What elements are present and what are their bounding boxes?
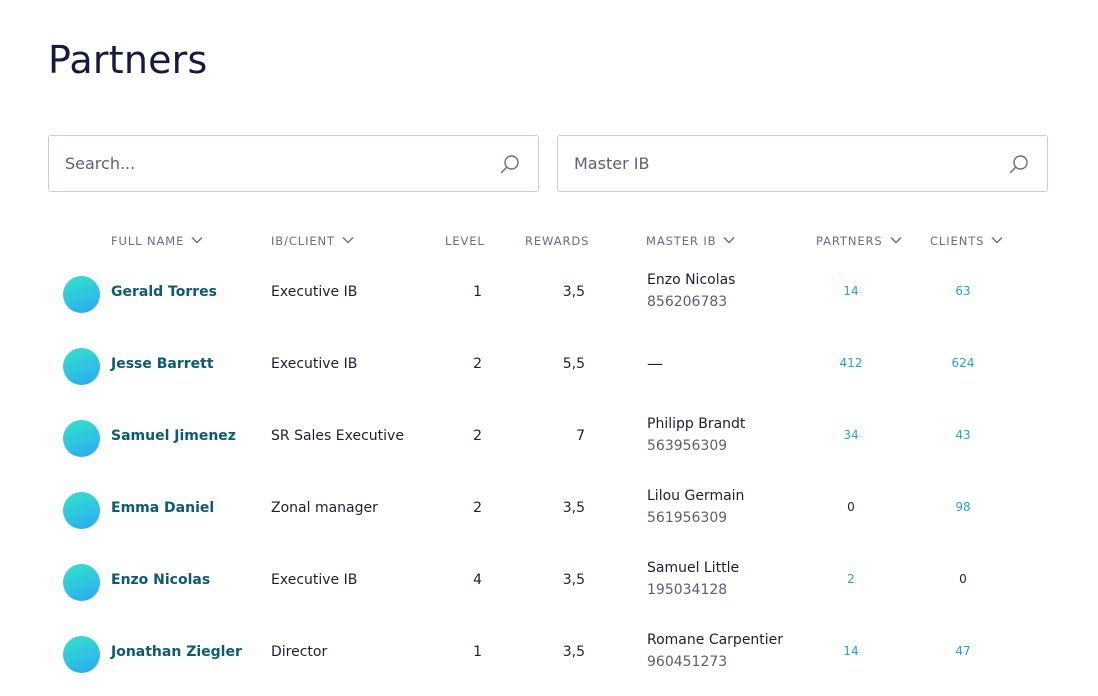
rewards-value: 7 xyxy=(576,428,585,444)
level-value: 2 xyxy=(473,428,482,444)
level-value: 2 xyxy=(473,356,482,372)
column-header-label: LEVEL xyxy=(445,234,485,248)
avatar xyxy=(63,492,100,529)
partners-count-link[interactable]: 14 xyxy=(816,644,886,658)
master-ib-name: Enzo Nicolas xyxy=(647,272,736,288)
ib-client-type: Executive IB xyxy=(271,356,358,372)
partner-name-link[interactable]: Enzo Nicolas xyxy=(111,572,210,588)
column-header-full-name[interactable]: FULL NAME xyxy=(111,234,203,248)
table-row[interactable]: Jesse Barrett Executive IB 2 5,5 — 412 6… xyxy=(48,330,1048,402)
partner-name-link[interactable]: Jesse Barrett xyxy=(111,356,214,372)
column-header-partners[interactable]: PARTNERS xyxy=(816,234,902,248)
chevron-down-icon xyxy=(890,237,902,244)
table-row[interactable]: Samuel Jimenez SR Sales Executive 2 7 Ph… xyxy=(48,402,1048,474)
clients-count-link[interactable]: 624 xyxy=(928,356,998,370)
level-value: 2 xyxy=(473,500,482,516)
partners-count-link[interactable]: 34 xyxy=(816,428,886,442)
rewards-value: 3,5 xyxy=(562,284,585,300)
column-header-level: LEVEL xyxy=(445,234,485,248)
avatar xyxy=(63,636,100,673)
partner-name-link[interactable]: Jonathan Ziegler xyxy=(111,644,242,660)
page-title: Partners xyxy=(48,38,208,82)
rewards-value: 3,5 xyxy=(562,500,585,516)
clients-count: 0 xyxy=(959,572,967,586)
search-input[interactable] xyxy=(65,136,465,191)
master-ib-name: Romane Carpentier xyxy=(647,632,784,648)
level-value: 1 xyxy=(473,644,482,660)
chevron-down-icon xyxy=(342,237,354,244)
partner-name-link[interactable]: Samuel Jimenez xyxy=(111,428,236,444)
ib-client-type: Zonal manager xyxy=(271,500,378,516)
partners-count-link[interactable]: 2 xyxy=(816,572,886,586)
ib-client-type: Director xyxy=(271,644,328,660)
avatar xyxy=(63,348,100,385)
search-icon[interactable] xyxy=(500,154,520,174)
clients-count-link[interactable]: 43 xyxy=(928,428,998,442)
master-ib-id: 561956309 xyxy=(647,510,728,526)
master-ib-name: Samuel Little xyxy=(647,560,740,576)
partner-name-link[interactable]: Gerald Torres xyxy=(111,284,217,300)
table-row[interactable]: Enzo Nicolas Executive IB 4 3,5 Samuel L… xyxy=(48,546,1048,618)
column-header-label: PARTNERS xyxy=(816,234,883,248)
column-header-label: IB/CLIENT xyxy=(271,234,335,248)
partners-count-link[interactable]: 412 xyxy=(816,356,886,370)
ib-client-type: Executive IB xyxy=(271,572,358,588)
partner-name-link[interactable]: Emma Daniel xyxy=(111,500,214,516)
chevron-down-icon xyxy=(991,237,1003,244)
ib-client-type: Executive IB xyxy=(271,284,358,300)
avatar xyxy=(63,420,100,457)
ib-client-type: SR Sales Executive xyxy=(271,428,404,444)
column-header-label: REWARDS xyxy=(525,234,590,248)
master-ib-name: Lilou Germain xyxy=(647,488,745,504)
clients-count-link[interactable]: 98 xyxy=(928,500,998,514)
column-header-label: CLIENTS xyxy=(930,234,985,248)
search-icon[interactable] xyxy=(1009,154,1029,174)
column-header-rewards: REWARDS xyxy=(525,234,589,248)
chevron-down-icon xyxy=(723,237,735,244)
search-field[interactable] xyxy=(48,135,539,192)
partners-count: 0 xyxy=(847,500,855,514)
master-ib-filter[interactable]: Master IB xyxy=(557,135,1048,192)
column-header-ib-client[interactable]: IB/CLIENT xyxy=(271,234,354,248)
column-header-label: FULL NAME xyxy=(111,234,185,248)
partners-count-link[interactable]: 14 xyxy=(816,284,886,298)
column-header-master-ib[interactable]: MASTER IB xyxy=(646,234,735,248)
table-row[interactable]: Emma Daniel Zonal manager 2 3,5 Lilou Ge… xyxy=(48,474,1048,546)
rewards-value: 3,5 xyxy=(562,572,585,588)
table-row[interactable]: Gerald Torres Executive IB 1 3,5 Enzo Ni… xyxy=(48,258,1048,330)
master-ib-id: 195034128 xyxy=(647,582,728,598)
column-header-label: MASTER IB xyxy=(646,234,717,248)
column-header-clients[interactable]: CLIENTS xyxy=(930,234,1003,248)
avatar xyxy=(63,564,100,601)
master-ib-id: 856206783 xyxy=(647,294,728,310)
master-ib-filter-value[interactable]: Master IB xyxy=(574,136,649,191)
rewards-value: 3,5 xyxy=(562,644,585,660)
avatar xyxy=(63,276,100,313)
table-row[interactable]: Jonathan Ziegler Director 1 3,5 Romane C… xyxy=(48,618,1048,690)
master-ib-id: 960451273 xyxy=(647,654,728,670)
clients-count-link[interactable]: 63 xyxy=(928,284,998,298)
level-value: 1 xyxy=(473,284,482,300)
master-ib-empty: — xyxy=(647,354,663,373)
master-ib-name: Philipp Brandt xyxy=(647,416,746,432)
master-ib-id: 563956309 xyxy=(647,438,728,454)
level-value: 4 xyxy=(473,572,482,588)
clients-count-link[interactable]: 47 xyxy=(928,644,998,658)
rewards-value: 5,5 xyxy=(562,356,585,372)
chevron-down-icon xyxy=(191,237,203,244)
